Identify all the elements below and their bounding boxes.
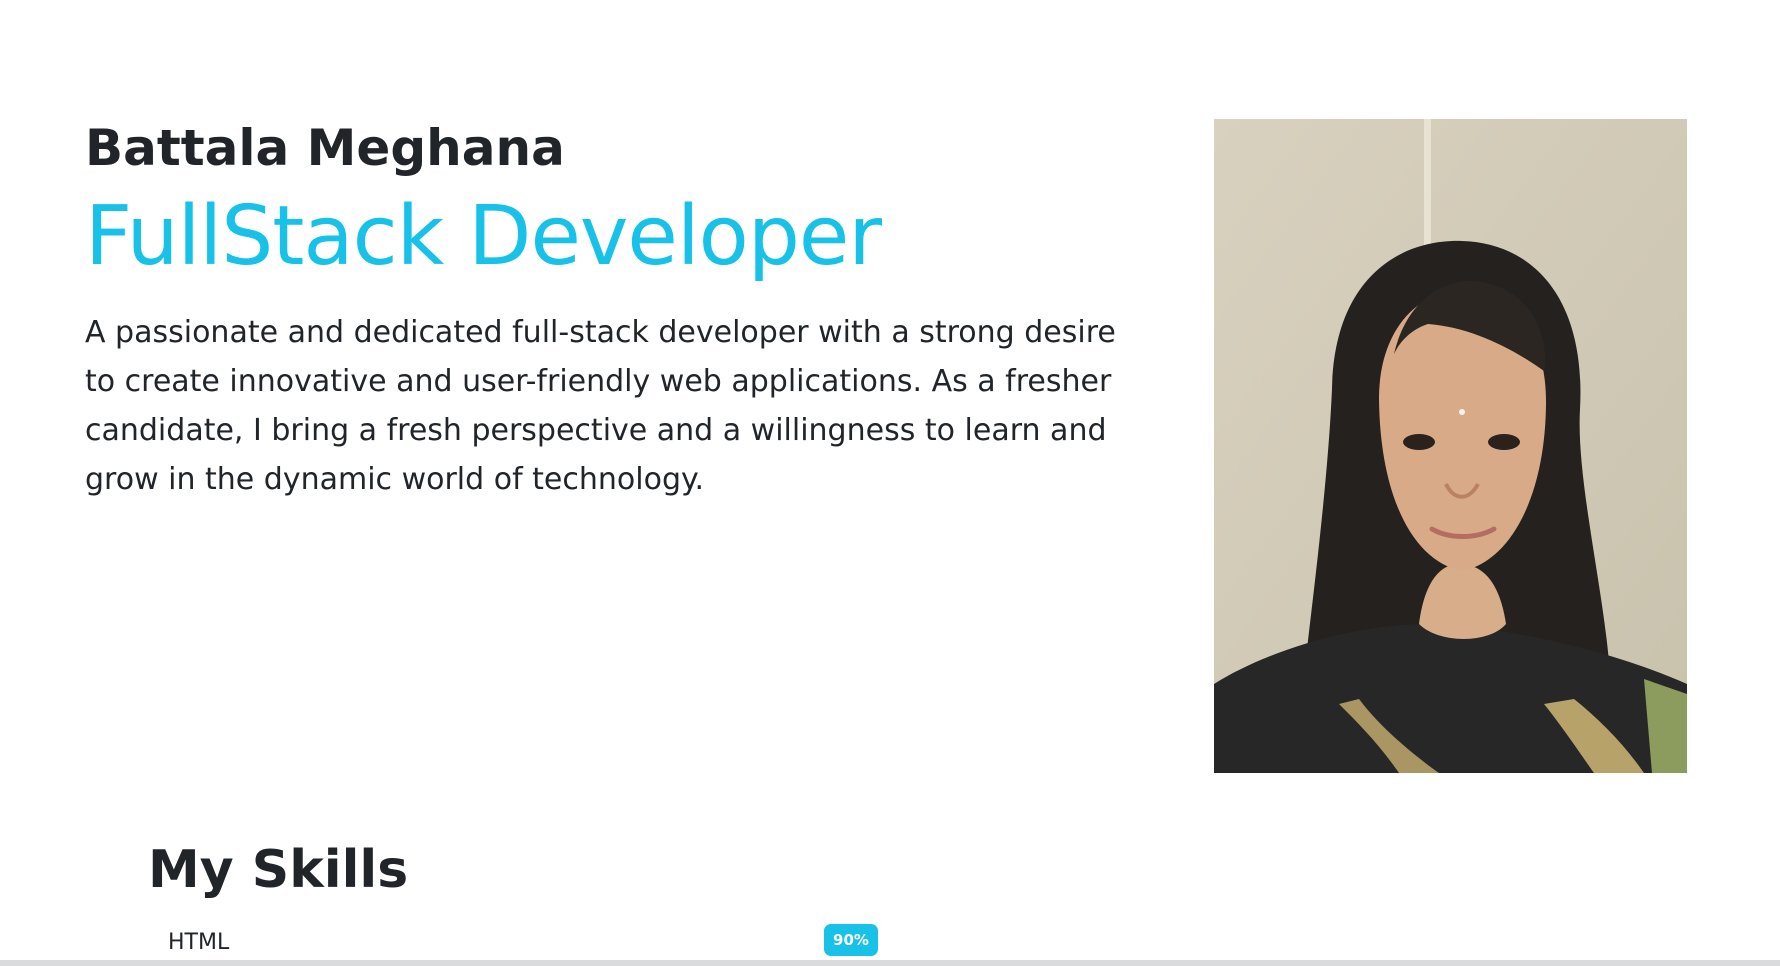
skill-label: HTML <box>168 930 230 955</box>
bio-text: A passionate and dedicated full-stack de… <box>85 314 1116 497</box>
profile-photo <box>1214 119 1687 773</box>
skill-percentage-badge: 90% <box>824 924 878 956</box>
bottom-scrollbar <box>0 960 1780 966</box>
skill-row-html: HTML 90% <box>168 924 1368 966</box>
profile-photo-illustration <box>1214 119 1687 773</box>
hero-section: Battala Meghana FullStack Developer A pa… <box>85 119 1145 504</box>
portfolio-page: Battala Meghana FullStack Developer A pa… <box>0 0 1780 966</box>
skills-title: My Skills <box>148 840 409 900</box>
person-name: Battala Meghana <box>85 119 565 177</box>
job-title: FullStack Developer <box>85 188 882 284</box>
